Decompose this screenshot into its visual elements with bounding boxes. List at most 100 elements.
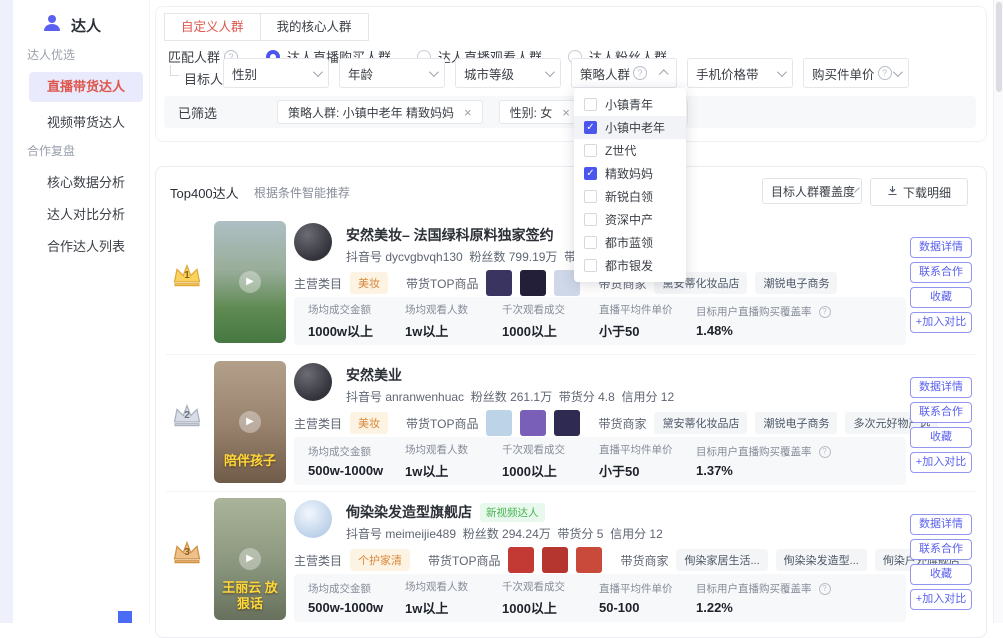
influencer-card-3: 3 ▶ 王丽云 放狠话 侚染染发造型旗舰店 新视频达人 抖音号 meimeiji… bbox=[166, 494, 976, 631]
option-zishen-zhongchan[interactable]: ✓ 资深中产 bbox=[574, 208, 686, 231]
add-compare-button[interactable]: +加入对比 bbox=[910, 589, 972, 610]
influencer-name[interactable]: 安然美妆– 法国绿科原料独家签约 bbox=[346, 225, 554, 245]
option-jingzhi-mama[interactable]: ✓ 精致妈妈 bbox=[574, 162, 686, 185]
download-detail-button[interactable]: 下载明细 bbox=[870, 178, 968, 206]
sidebar-item-influencer-compare[interactable]: 达人对比分析 bbox=[29, 200, 143, 230]
select-city-tier[interactable]: 城市等级 bbox=[455, 58, 561, 88]
app-root: 达人 达人优选 直播带货达人 视频带货达人 合作复盘 核心数据分析 达人对比分析… bbox=[0, 0, 1003, 623]
tab-my-core-audience[interactable]: 我的核心人群 bbox=[260, 13, 369, 41]
thumbnail-caption: 陪伴孩子 bbox=[214, 453, 286, 469]
select-gender[interactable]: 性别 bbox=[223, 58, 329, 88]
product-image[interactable] bbox=[554, 410, 580, 436]
avatar[interactable] bbox=[294, 363, 332, 401]
play-icon: ▶ bbox=[239, 411, 261, 433]
select-age[interactable]: 年龄 bbox=[339, 58, 445, 88]
add-compare-button[interactable]: +加入对比 bbox=[910, 312, 972, 333]
data-detail-button[interactable]: 数据详情 bbox=[910, 377, 972, 398]
avatar[interactable] bbox=[294, 223, 332, 261]
sidebar-item-video-commerce[interactable]: 视频带货达人 bbox=[29, 108, 143, 138]
stat-value: 1000以上 bbox=[502, 598, 599, 617]
video-thumbnail[interactable]: ▶ 王丽云 放狠话 bbox=[214, 498, 286, 620]
add-compare-button[interactable]: +加入对比 bbox=[910, 452, 972, 473]
card-divider bbox=[166, 354, 976, 355]
stat-label: 千次观看成交 bbox=[502, 302, 599, 317]
vertical-scrollbar[interactable] bbox=[993, 0, 1003, 623]
select-unit-price[interactable]: 购买件单价 ? bbox=[803, 58, 909, 88]
filter-tag-strategy[interactable]: 策略人群: 小镇中老年 精致妈妈 × bbox=[277, 100, 483, 124]
stat-label: 目标用户直播购买覆盖率 bbox=[696, 304, 812, 319]
tab-custom-audience[interactable]: 自定义人群 bbox=[164, 13, 261, 41]
video-thumbnail[interactable]: ▶ bbox=[214, 221, 286, 343]
influencer-name[interactable]: 侚染染发造型旗舰店 新视频达人 bbox=[346, 502, 545, 522]
stat-value: 1w以上 bbox=[405, 461, 502, 480]
stat-label: 直播平均件单价 bbox=[599, 442, 696, 457]
product-image[interactable] bbox=[486, 410, 512, 436]
favorite-button[interactable]: 收藏 bbox=[910, 564, 972, 585]
checkbox-icon[interactable]: ✓ bbox=[584, 144, 597, 157]
checkbox-icon[interactable]: ✓ bbox=[584, 259, 597, 272]
option-xinrui-bailing[interactable]: ✓ 新锐白领 bbox=[574, 185, 686, 208]
help-icon: ? bbox=[819, 583, 831, 595]
select-strategy-audience[interactable]: 策略人群 ? bbox=[571, 58, 677, 88]
sidebar-section-daren-youxuan: 达人优选 bbox=[27, 46, 75, 63]
sidebar-item-core-data-analysis[interactable]: 核心数据分析 bbox=[29, 168, 143, 198]
favorite-button[interactable]: 收藏 bbox=[910, 427, 972, 448]
contact-cooperate-button[interactable]: 联系合作 bbox=[910, 539, 972, 560]
product-image[interactable] bbox=[576, 547, 602, 573]
stat-label: 场均成交金额 bbox=[308, 444, 405, 459]
filter-tag-gender[interactable]: 性别: 女 × bbox=[499, 100, 581, 124]
merchant-tag: 潮锐电子商务 bbox=[755, 412, 837, 434]
applied-filters-bar: 已筛选 策略人群: 小镇中老年 精致妈妈 × 性别: 女 × 年龄: 50+ × bbox=[164, 96, 976, 128]
product-image[interactable] bbox=[520, 270, 546, 296]
close-icon[interactable]: × bbox=[562, 106, 570, 119]
avatar[interactable] bbox=[294, 500, 332, 538]
results-panel: Top400达人 根据条件智能推荐 目标人群覆盖度 下载明细 1 ▶ bbox=[155, 166, 987, 638]
scrollbar-thumb[interactable] bbox=[996, 2, 1002, 92]
influencer-name[interactable]: 安然美业 bbox=[346, 365, 402, 385]
coverage-select[interactable]: 目标人群覆盖度 bbox=[762, 178, 862, 204]
sidebar-item-cooperation-list[interactable]: 合作达人列表 bbox=[29, 232, 143, 262]
merchant-tag: 侚染染发造型... bbox=[776, 549, 867, 571]
results-title: Top400达人 bbox=[170, 183, 239, 202]
stat-label: 直播平均件单价 bbox=[599, 581, 696, 596]
checkbox-icon[interactable]: ✓ bbox=[584, 190, 597, 203]
influencer-tag-row: 主营类目 美妆 带货TOP商品 带货商家 黛安蒂化妆品店 潮锐电子商务 多次元好… bbox=[294, 410, 938, 436]
data-detail-button[interactable]: 数据详情 bbox=[910, 237, 972, 258]
product-image[interactable] bbox=[542, 547, 568, 573]
option-xiaozhen-qingnian[interactable]: ✓ 小镇青年 bbox=[574, 93, 686, 116]
option-dushi-lanling[interactable]: ✓ 都市蓝领 bbox=[574, 231, 686, 254]
results-header: Top400达人 根据条件智能推荐 目标人群覆盖度 下载明细 bbox=[156, 167, 986, 211]
select-phone-price[interactable]: 手机价格带 bbox=[687, 58, 793, 88]
stat-label: 直播平均件单价 bbox=[599, 302, 696, 317]
sidebar-item-live-commerce[interactable]: 直播带货达人 bbox=[29, 72, 143, 102]
product-image[interactable] bbox=[520, 410, 546, 436]
merchant-tag: 黛安蒂化妆品店 bbox=[654, 412, 747, 434]
chevron-down-icon bbox=[893, 67, 903, 77]
option-xiaozhen-zhonglaonian[interactable]: ✓ 小镇中老年 bbox=[574, 116, 686, 139]
card-actions: 数据详情 联系合作 收藏 +加入对比 bbox=[910, 514, 972, 610]
video-thumbnail[interactable]: ▶ 陪伴孩子 bbox=[214, 361, 286, 483]
stat-label: 场均观看人数 bbox=[405, 579, 502, 594]
checkbox-icon[interactable]: ✓ bbox=[584, 121, 597, 134]
checkbox-icon[interactable]: ✓ bbox=[584, 236, 597, 249]
option-dushi-yinfa[interactable]: ✓ 都市银发 bbox=[574, 254, 686, 277]
play-icon: ▶ bbox=[239, 548, 261, 570]
stat-label: 目标用户直播购买覆盖率 bbox=[696, 444, 812, 459]
option-gen-z[interactable]: ✓ Z世代 bbox=[574, 139, 686, 162]
card-actions: 数据详情 联系合作 收藏 +加入对比 bbox=[910, 377, 972, 473]
contact-cooperate-button[interactable]: 联系合作 bbox=[910, 402, 972, 423]
product-image[interactable] bbox=[508, 547, 534, 573]
checkbox-icon[interactable]: ✓ bbox=[584, 167, 597, 180]
help-icon: ? bbox=[819, 446, 831, 458]
favorite-button[interactable]: 收藏 bbox=[910, 287, 972, 308]
product-image[interactable] bbox=[486, 270, 512, 296]
stat-label: 千次观看成交 bbox=[502, 442, 599, 457]
checkbox-icon[interactable]: ✓ bbox=[584, 213, 597, 226]
checkbox-icon[interactable]: ✓ bbox=[584, 98, 597, 111]
contact-cooperate-button[interactable]: 联系合作 bbox=[910, 262, 972, 283]
stat-value: 1000以上 bbox=[502, 461, 599, 480]
category-label: 主营类目 bbox=[294, 415, 342, 432]
stat-label: 场均成交金额 bbox=[308, 581, 405, 596]
close-icon[interactable]: × bbox=[464, 106, 472, 119]
data-detail-button[interactable]: 数据详情 bbox=[910, 514, 972, 535]
